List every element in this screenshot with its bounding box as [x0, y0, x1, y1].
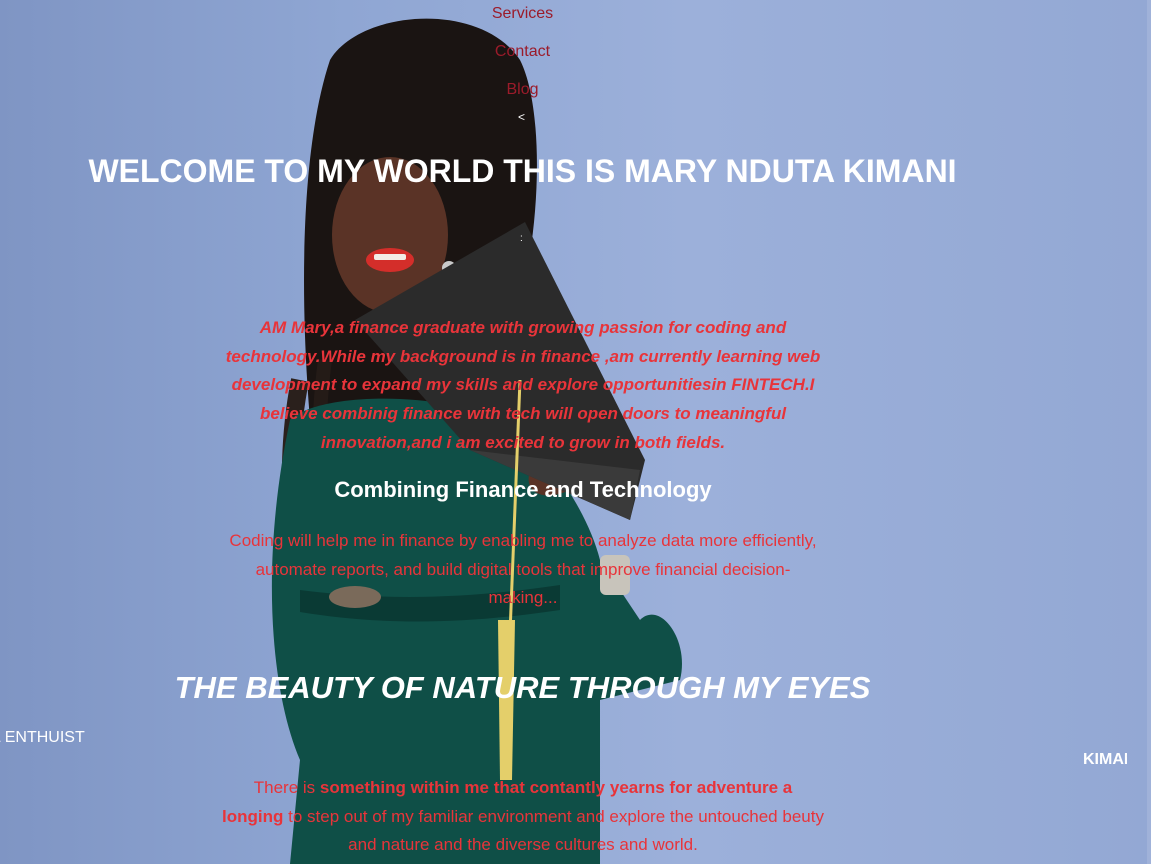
nature-section-title: THE BEAUTY OF NATURE THROUGH MY EYES	[174, 670, 871, 705]
nav-link-services[interactable]: Services	[440, 4, 605, 42]
top-navigation: Services Contact Blog	[440, 4, 605, 118]
combining-section-title: Combining Finance and Technology	[334, 477, 712, 502]
marquee-text-left: L ENTHUIST	[0, 729, 85, 746]
marquee-text-right: KIMANI	[1083, 751, 1127, 768]
combining-section-text: Coding will help me in finance by enabli…	[229, 531, 817, 608]
nature-section-text: There is something within me that contan…	[222, 774, 824, 860]
hero-colon: :	[520, 233, 523, 244]
nav-link-contact[interactable]: Contact	[440, 42, 605, 80]
nav-back-arrow-icon[interactable]: <	[518, 110, 525, 124]
nature-text-start: There is	[253, 778, 320, 797]
page-scrollbar[interactable]	[1147, 0, 1151, 864]
intro-paragraph: AM Mary,a finance graduate with growing …	[225, 318, 821, 452]
nature-text-end: to step out of my familiar environment a…	[283, 806, 824, 855]
hero-title: WELCOME TO MY WORLD THIS IS MARY NDUTA K…	[88, 153, 957, 189]
